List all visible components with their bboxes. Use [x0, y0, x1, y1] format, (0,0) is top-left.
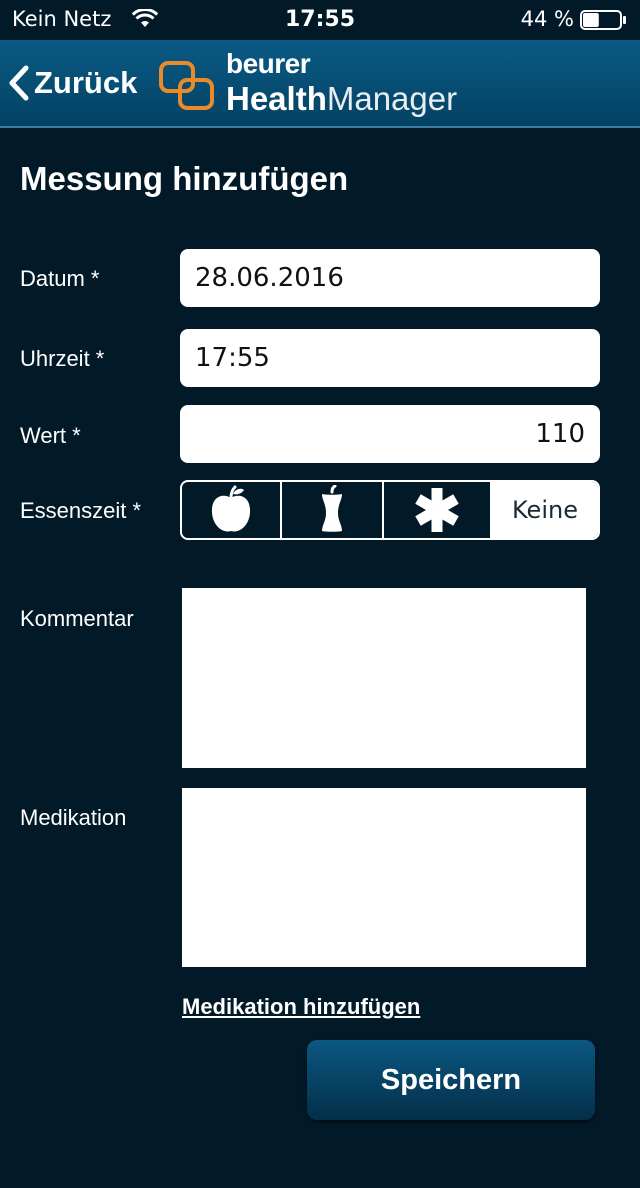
back-label: Zurück: [34, 65, 138, 100]
meal-option-before[interactable]: [182, 482, 282, 538]
meal-time-selector: Keine: [180, 480, 600, 540]
chevron-left-icon: [9, 65, 29, 101]
save-button[interactable]: Speichern: [307, 1040, 595, 1120]
logo-product-rest: Manager: [326, 80, 458, 117]
apple-core-icon: [322, 485, 342, 532]
time-field[interactable]: 17:55: [180, 329, 600, 387]
date-label: Datum *: [20, 266, 100, 291]
app-logo: beurer HealthManager: [158, 48, 488, 124]
time-label: Uhrzeit *: [20, 346, 105, 371]
date-field[interactable]: 28.06.2016: [180, 249, 600, 307]
meal-option-fasting[interactable]: [384, 482, 492, 538]
asterisk-icon: [415, 488, 459, 532]
back-button[interactable]: Zurück: [8, 60, 137, 106]
battery-icon: [580, 10, 626, 30]
apple-icon: [211, 485, 251, 532]
navigation-bar: Zurück beurer HealthManager: [0, 40, 640, 128]
meal-time-label: Essenszeit *: [20, 498, 142, 523]
meal-option-none[interactable]: Keine: [492, 482, 598, 538]
medication-label: Medikation: [20, 805, 127, 830]
battery-percent: 44 %: [520, 7, 574, 31]
comment-textarea[interactable]: [182, 588, 586, 768]
meal-option-after[interactable]: [282, 482, 384, 538]
logo-product: HealthManager: [226, 80, 457, 118]
page-title: Messung hinzufügen: [20, 160, 349, 197]
logo-brand: beurer: [226, 48, 311, 79]
logo-product-bold: Health: [226, 80, 327, 117]
status-bar: Kein Netz 17:55 44 %: [0, 0, 640, 40]
add-medication-link[interactable]: Medikation hinzufügen: [182, 994, 420, 1020]
comment-label: Kommentar: [20, 606, 134, 631]
value-label: Wert *: [20, 423, 81, 448]
value-field[interactable]: 110: [180, 405, 600, 463]
medication-textarea[interactable]: [182, 788, 586, 967]
logo-mark-icon: [159, 61, 214, 110]
